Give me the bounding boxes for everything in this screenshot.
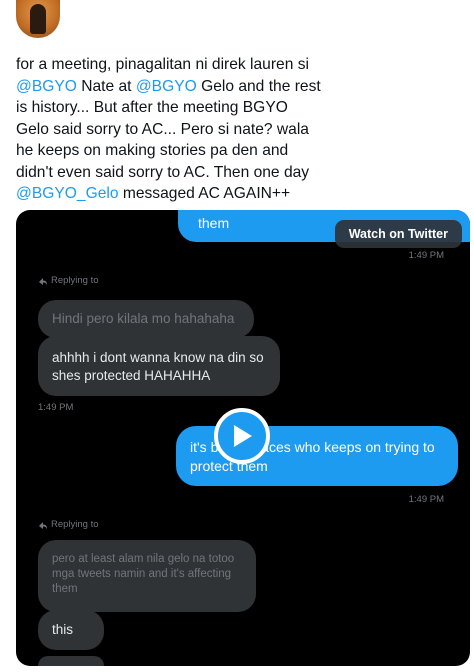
play-icon [234, 425, 252, 447]
message-text: them [198, 215, 230, 231]
play-button[interactable] [214, 408, 270, 464]
tweet-line: Gelo said sorry to AC... Pero si nate? w… [16, 120, 309, 138]
incoming-message: this [38, 610, 104, 650]
watch-on-twitter-button[interactable]: Watch on Twitter [334, 220, 462, 248]
reply-arrow-icon [39, 277, 47, 285]
mention-link[interactable]: @BGYO [136, 78, 197, 95]
avatar[interactable] [16, 0, 60, 38]
video-player[interactable]: them 1:49 PM Replying to Hindi pero kila… [16, 210, 470, 666]
tweet-line: is history... But after the meeting BGYO [16, 99, 288, 116]
tweet-body: for a meeting, pinagalitan ni direk laur… [16, 54, 456, 205]
message-text: Hindi pero kilala mo hahahaha [52, 311, 235, 326]
message-text: ahhhh i dont wanna know na din so shes p… [52, 350, 264, 383]
tweet-line: he keeps on making stories pa den and [16, 142, 289, 159]
replying-to-label: Replying to [38, 519, 99, 530]
replying-text: Replying to [51, 519, 99, 530]
replying-to-label: Replying to [38, 275, 99, 286]
quoted-message: Hindi pero kilala mo hahahaha [38, 300, 254, 338]
timestamp: 1:49 PM [408, 494, 444, 505]
quoted-message: pero at least alam nila gelo na totoo mg… [38, 540, 256, 612]
tweet-line: didn't even said sorry to AC. Then one d… [16, 163, 310, 181]
avatar-figure [30, 4, 46, 34]
mention-link[interactable]: @BGYO_Gelo [16, 185, 119, 202]
tweet-text-fragment: Gelo and the rest [196, 77, 321, 95]
replying-text: Replying to [51, 275, 99, 286]
message-text: pero at least alam nila gelo na totoo mg… [52, 553, 235, 595]
tweet-line: for a meeting, pinagalitan ni direk laur… [16, 56, 309, 73]
incoming-message: ahhhh i dont wanna know na din so shes p… [38, 336, 280, 396]
reply-arrow-icon [39, 521, 47, 529]
message-text: this [52, 622, 74, 637]
mention-link[interactable]: @BGYO [16, 78, 77, 95]
tweet-text-fragment: messaged AC AGAIN++ [118, 185, 291, 202]
timestamp: 1:49 PM [408, 250, 444, 261]
tweet-text-fragment: Nate at [76, 77, 136, 95]
timestamp: 1:49 PM [38, 402, 74, 413]
incoming-message [38, 656, 104, 666]
